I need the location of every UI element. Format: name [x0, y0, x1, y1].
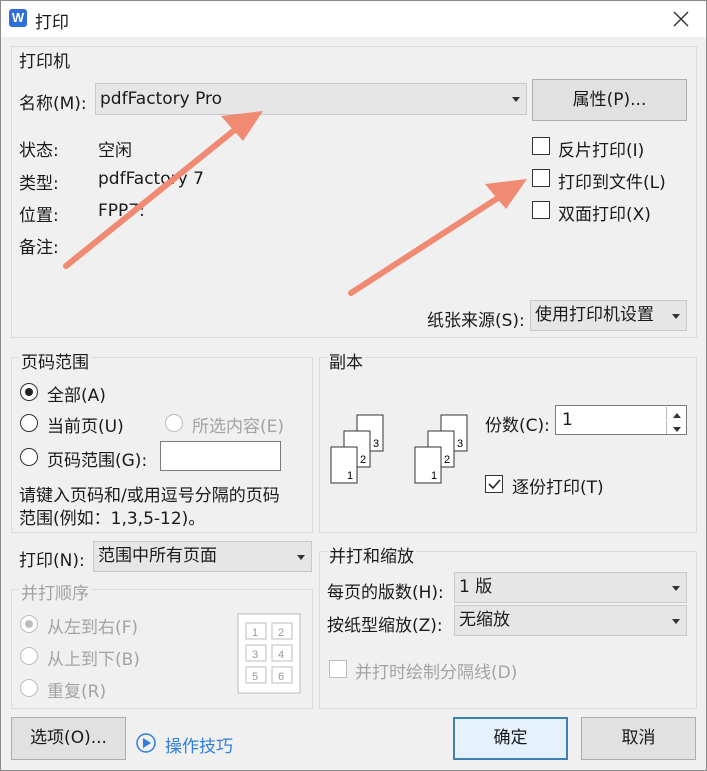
grid-cell-3: 3 — [252, 649, 258, 661]
options-button[interactable]: 选项(O)... — [11, 717, 126, 760]
stack-b-page-2: 2 — [444, 454, 450, 466]
collate-checkbox[interactable] — [485, 475, 503, 493]
pages-per-sheet-value: 1 版 — [459, 577, 493, 597]
grid-cell-1: 1 — [252, 627, 258, 639]
print-what-value: 范围中所有页面 — [98, 546, 217, 566]
repeat-radio — [20, 679, 38, 697]
scale-value: 无缩放 — [459, 610, 510, 630]
spin-down-button[interactable] — [666, 421, 686, 434]
collate-stack-icon: 3 2 1 — [414, 414, 468, 484]
radio-selected-dot — [25, 388, 33, 396]
ok-button[interactable]: 确定 — [453, 717, 568, 760]
pages-per-sheet-label: 每页的版数(H): — [327, 583, 444, 603]
stack-a-page-3: 3 — [373, 438, 379, 450]
print-what-select[interactable]: 范围中所有页面 — [93, 541, 312, 572]
annotation-arrow-icon — [63, 111, 263, 269]
zoom-group-label: 并打和缩放 — [327, 542, 416, 567]
all-pages-label[interactable]: 全部(A) — [47, 381, 106, 406]
all-pages-radio[interactable] — [20, 383, 38, 401]
current-page-radio[interactable] — [20, 414, 38, 432]
spin-up-button[interactable] — [666, 407, 686, 420]
chevron-down-icon — [672, 618, 680, 624]
draw-borders-label: 并打时绘制分隔线(D) — [355, 663, 518, 683]
copies-count-value: 1 — [562, 410, 573, 430]
page-range-input[interactable] — [160, 441, 281, 471]
page-range-hint-line2: 范围(例如：1,3,5-12)。 — [19, 509, 206, 529]
cancel-button[interactable]: 取消 — [581, 717, 696, 760]
left-to-right-radio — [20, 615, 38, 633]
checkmark-icon — [488, 479, 501, 490]
grid-cell-5: 5 — [252, 671, 258, 683]
copies-count-input[interactable]: 1 — [555, 405, 687, 435]
stack-b-page-1: 1 — [431, 470, 437, 482]
pages-per-sheet-select[interactable]: 1 版 — [454, 572, 687, 603]
stack-a-page-2: 2 — [360, 454, 366, 466]
left-to-right-label: 从左到右(F) — [47, 618, 139, 638]
print-order-grid-icon: 1 2 3 4 5 6 — [237, 613, 301, 694]
annotation-arrow-icon — [348, 179, 527, 296]
stack-a-page-1: 1 — [347, 470, 353, 482]
scale-label: 按纸型缩放(Z): — [327, 616, 443, 636]
selection-radio — [165, 414, 183, 432]
draw-borders-checkbox — [329, 660, 347, 678]
current-page-label[interactable]: 当前页(U) — [47, 412, 124, 437]
annotation-arrows — [63, 111, 527, 296]
grid-cell-4: 4 — [278, 649, 284, 661]
collate-label[interactable]: 逐份打印(T) — [512, 473, 604, 498]
selection-label: 所选内容(E) — [192, 417, 285, 437]
scale-select[interactable]: 无缩放 — [454, 605, 687, 636]
grid-cell-6: 6 — [278, 671, 284, 683]
spin-down-icon — [673, 427, 681, 432]
repeat-label: 重复(R) — [47, 682, 107, 702]
page-range-group-label: 页码范围 — [19, 348, 91, 373]
page-range-hint-line1: 请键入页码和/或用逗号分隔的页码 — [19, 486, 280, 506]
copies-count-label: 份数(C): — [485, 416, 550, 436]
copies-group-label: 副本 — [327, 348, 365, 373]
tips-link[interactable]: 操作技巧 — [165, 732, 233, 757]
chevron-down-icon — [672, 585, 680, 591]
grid-cell-2: 2 — [278, 627, 284, 639]
page-range-label[interactable]: 页码范围(G): — [47, 446, 147, 471]
top-to-bottom-label: 从上到下(B) — [47, 650, 140, 670]
print-dialog: W 打印 打印机 名称(M): pdfFactory Pro 属性(P)... … — [0, 0, 707, 771]
print-what-label: 打印(N): — [19, 551, 85, 571]
top-to-bottom-radio — [20, 647, 38, 665]
collate-stack-icon: 3 2 1 — [330, 414, 384, 484]
stack-b-page-3: 3 — [457, 438, 463, 450]
print-order-group-label: 并打顺序 — [19, 579, 91, 604]
chevron-down-icon — [297, 554, 305, 560]
page-range-radio[interactable] — [20, 448, 38, 466]
play-circle-icon[interactable] — [135, 732, 157, 754]
radio-selected-dot — [25, 620, 33, 628]
